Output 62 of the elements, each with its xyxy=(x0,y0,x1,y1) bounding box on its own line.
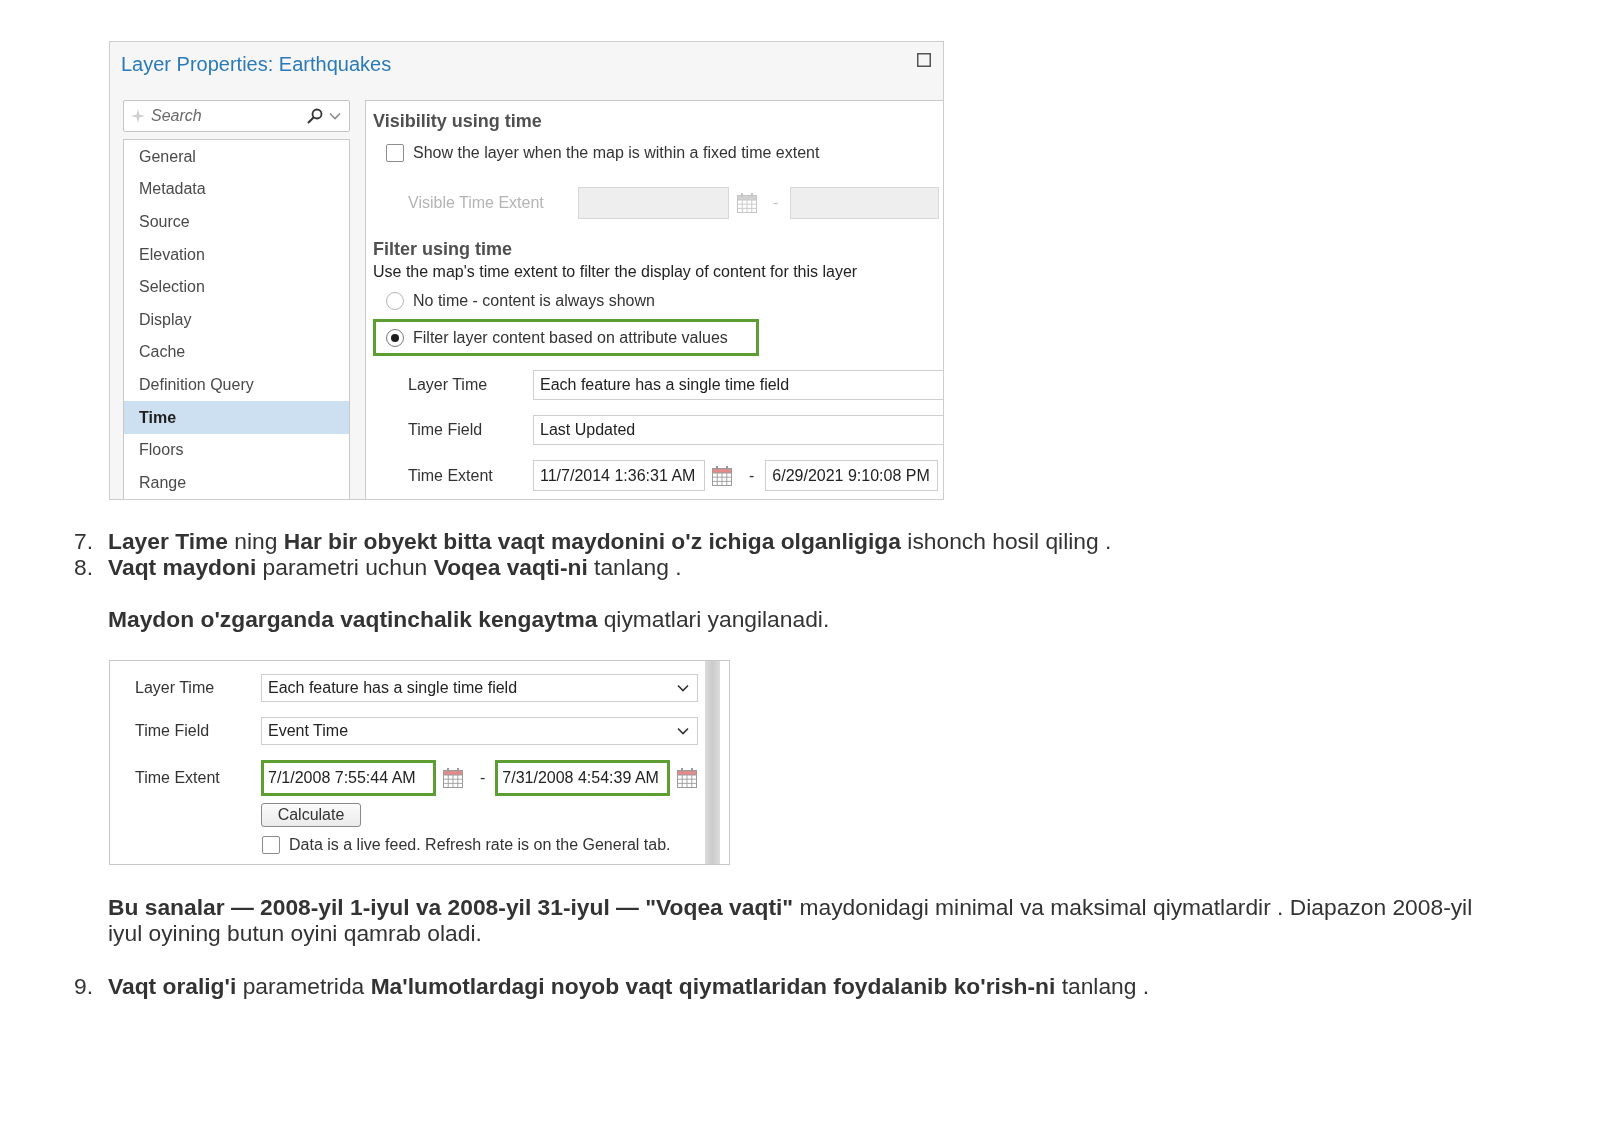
nav-item[interactable]: Time xyxy=(124,401,349,434)
scrollbar[interactable] xyxy=(705,661,721,864)
dropdown-field[interactable]: Each feature has a single time field xyxy=(261,674,698,702)
search-box[interactable]: Search xyxy=(123,100,350,133)
sparkle-icon xyxy=(131,109,145,124)
nav-item[interactable]: Cache xyxy=(124,336,349,369)
radio-button[interactable] xyxy=(386,291,404,310)
checkbox-label: Data is a live feed. Refresh rate is on the General tab. xyxy=(289,836,671,854)
nav-item[interactable]: Elevation xyxy=(124,238,349,271)
field-label: Time Extent xyxy=(135,769,221,787)
chevron-down-icon[interactable] xyxy=(677,684,689,692)
field-label: Time Field xyxy=(135,722,211,740)
dropdown-field[interactable]: Last Updated xyxy=(533,415,943,445)
nav-item[interactable]: Selection xyxy=(124,270,349,304)
list-number: 8. xyxy=(74,554,94,580)
step-text: Vaqt maydoni parametri uchun Voqea vaqti-ni tanlang . xyxy=(108,554,682,580)
range-separator: - xyxy=(749,466,755,485)
radio-label: Filter layer content based on attribute values xyxy=(413,328,728,347)
nav-item[interactable]: Range xyxy=(124,466,349,499)
calendar-icon[interactable] xyxy=(676,767,699,789)
date-field[interactable]: 6/29/2021 9:10:08 PM xyxy=(765,460,939,491)
search-field[interactable]: Search xyxy=(151,107,301,126)
range-separator: - xyxy=(480,769,486,787)
nav-item[interactable]: Source xyxy=(124,205,349,239)
field-label: Visible Time Extent xyxy=(408,194,545,212)
search-icon[interactable] xyxy=(307,108,323,125)
field-label: Time Extent xyxy=(408,466,494,485)
calculate-button[interactable]: Calculate xyxy=(261,803,361,827)
chevron-down-icon[interactable] xyxy=(677,727,689,735)
checkbox-label: Show the layer when the map is within a fixed time extent xyxy=(413,144,820,162)
note-text: Maydon o'zgarganda vaqtinchalik kengaytma qiymatlari yangilanadi. xyxy=(108,606,831,632)
explanation-text: Bu sanalar — 2008-yil 1-iyul va 2008-yil 31-iyul — "Voqea vaqti" maydonidagi minimal va maksimal qiymatlardir . Diapazon 2008-yil iyul oyining butun oyini qamrab oladi. xyxy=(108,894,1474,946)
date-field[interactable] xyxy=(578,187,729,219)
section-heading: Filter using time xyxy=(373,238,513,260)
checkbox[interactable] xyxy=(386,144,404,162)
calendar-icon[interactable] xyxy=(442,767,464,789)
nav-item[interactable]: Definition Query xyxy=(124,368,349,402)
nav-item[interactable]: General xyxy=(124,140,349,174)
nav-item[interactable]: Floors xyxy=(124,433,349,467)
nav-item[interactable]: Metadata xyxy=(124,173,349,206)
step-text: Layer Time ning Har bir obyekt bitta vaqt maydonini o'z ichiga olganligiga ishonch hosil qiling . xyxy=(108,528,1112,554)
dialog-title: Layer Properties: Earthquakes xyxy=(121,52,392,76)
list-number: 9. xyxy=(74,973,94,999)
checkbox[interactable] xyxy=(262,836,280,854)
field-label: Time Field xyxy=(408,421,484,439)
description-text: Use the map's time extent to filter the display of content for this layer xyxy=(373,262,858,282)
date-field[interactable]: 11/7/2014 1:36:31 AM xyxy=(533,460,705,491)
calendar-icon[interactable] xyxy=(711,464,733,487)
nav-item[interactable]: Display xyxy=(124,303,349,337)
list-number: 7. xyxy=(74,528,94,554)
dropdown-field[interactable]: Each feature has a single time field xyxy=(533,370,943,400)
date-field[interactable]: 7/31/2008 4:54:39 AM xyxy=(495,760,671,796)
field-label: Layer Time xyxy=(408,376,489,394)
radio-label: No time - content is always shown xyxy=(413,291,655,310)
dropdown-field[interactable]: Event Time xyxy=(261,717,698,745)
field-label: Layer Time xyxy=(135,679,216,697)
date-field[interactable]: 7/1/2008 7:55:44 AM xyxy=(261,760,436,796)
section-heading: Visibility using time xyxy=(373,110,542,132)
range-separator: - xyxy=(773,194,779,212)
radio-button[interactable] xyxy=(386,328,404,347)
maximize-icon[interactable] xyxy=(917,53,931,67)
step-text: Vaqt oralig'i parametrida Ma'lumotlardagi noyob vaqt qiymatlaridan foydalanib ko'rish-ni tanlang . xyxy=(108,973,1150,999)
